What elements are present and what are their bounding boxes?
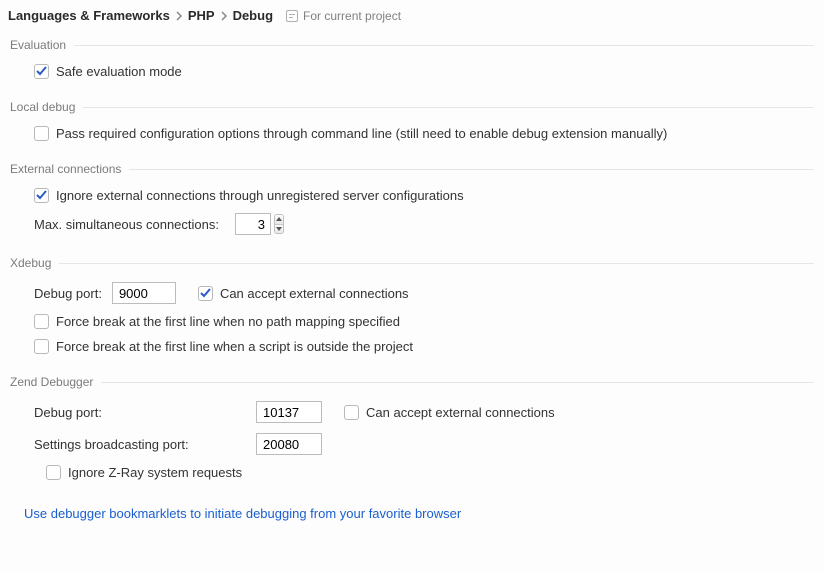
zend-accept-ext-checkbox[interactable] [344,405,359,420]
pass-config-checkbox[interactable] [34,126,49,141]
zend-port-input[interactable] [256,401,322,423]
breadcrumb-item-php[interactable]: PHP [188,8,215,23]
project-scope-label: For current project [303,9,401,23]
xdebug-port-input[interactable] [112,282,176,304]
chevron-right-icon [175,11,183,21]
ignore-unregistered-checkbox[interactable] [34,188,49,203]
section-zend-debugger: Zend Debugger Debug port: Can accept ext… [10,374,814,484]
chevron-right-icon [220,11,228,21]
xdebug-accept-ext-checkbox[interactable] [198,286,213,301]
section-external-connections: External connections Ignore external con… [10,161,814,239]
section-title: Evaluation [10,38,74,52]
zend-port-label: Debug port: [34,405,256,420]
max-connections-input[interactable] [235,213,271,235]
breadcrumb-item-langfw[interactable]: Languages & Frameworks [8,8,170,23]
stepper-up-icon[interactable] [275,215,283,225]
project-scope-icon [285,9,299,23]
force-break-nopath-checkbox[interactable] [34,314,49,329]
bookmarklets-link[interactable]: Use debugger bookmarklets to initiate de… [24,506,461,521]
safe-eval-checkbox[interactable] [34,64,49,79]
section-local-debug: Local debug Pass required configuration … [10,99,814,145]
xdebug-accept-ext-label: Can accept external connections [220,286,409,301]
ignore-unregistered-label: Ignore external connections through unre… [56,188,464,203]
section-title: External connections [10,162,129,176]
breadcrumb-item-debug: Debug [233,8,273,23]
force-break-outside-label: Force break at the first line when a scr… [56,339,413,354]
section-evaluation: Evaluation Safe evaluation mode [10,37,814,83]
section-title: Local debug [10,100,83,114]
ignore-zray-checkbox[interactable] [46,465,61,480]
zend-accept-ext-label: Can accept external connections [366,405,555,420]
pass-config-label: Pass required configuration options thro… [56,126,667,141]
safe-eval-label: Safe evaluation mode [56,64,182,79]
force-break-outside-checkbox[interactable] [34,339,49,354]
zend-broadcast-input[interactable] [256,433,322,455]
force-break-nopath-label: Force break at the first line when no pa… [56,314,400,329]
breadcrumb: Languages & Frameworks PHP Debug For cur… [0,0,824,37]
ignore-zray-label: Ignore Z-Ray system requests [68,465,242,480]
section-title: Zend Debugger [10,375,101,389]
zend-broadcast-label: Settings broadcasting port: [34,437,256,452]
max-connections-label: Max. simultaneous connections: [34,217,219,232]
xdebug-port-label: Debug port: [34,286,102,301]
section-title: Xdebug [10,256,59,270]
max-connections-stepper[interactable] [274,214,284,234]
section-xdebug: Xdebug Debug port: Can accept external c… [10,255,814,358]
stepper-down-icon[interactable] [275,225,283,234]
